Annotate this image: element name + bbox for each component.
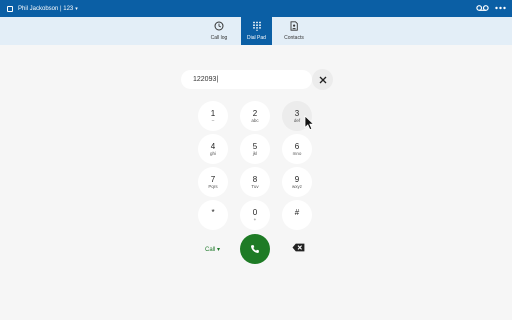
dialpad-key-hash[interactable]: # [282, 200, 312, 230]
mouse-pointer-icon [304, 115, 315, 131]
key-letters: + [253, 216, 257, 222]
key-letters: def [293, 117, 301, 123]
key-digit: * [211, 207, 215, 217]
key-letters: wxyz [292, 183, 302, 189]
phone-icon [251, 245, 259, 253]
key-letters: mno [292, 150, 302, 156]
user-name[interactable]: Phil Jackobson | 123 [18, 6, 73, 12]
dialpad-icon [252, 21, 261, 31]
voicemail-icon[interactable] [476, 4, 489, 12]
tab-label: Contacts [284, 35, 304, 41]
tab-label: Call log [210, 35, 228, 41]
top-bar: Phil Jackobson | 123 ▾ [0, 0, 512, 17]
key-digit: 1 [210, 108, 216, 118]
dialpad-key-8[interactable]: 8 Tuv [240, 167, 270, 197]
key-letters: Pqrs [208, 183, 218, 189]
key-digit: 2 [252, 108, 258, 118]
key-digit: 0 [252, 207, 258, 217]
user-menu-caret-icon[interactable]: ▾ [75, 6, 78, 12]
key-digit: 8 [252, 174, 258, 184]
dial-number-input[interactable]: 122093| [181, 70, 312, 89]
close-icon [319, 76, 326, 83]
dialpad-key-9[interactable]: 9 wxyz [282, 167, 312, 197]
key-letters: jkl [252, 150, 258, 156]
key-digit: 6 [294, 141, 300, 151]
key-letters: abc [251, 117, 259, 123]
user-status-icon [7, 5, 13, 12]
contacts-icon [290, 21, 298, 31]
key-digit: 7 [210, 174, 216, 184]
tab-bar: Call log Dial Pad Contacts [0, 17, 512, 45]
key-digit: # [294, 207, 300, 217]
dialpad-key-4[interactable]: 4 ghi [198, 134, 228, 164]
call-button[interactable] [240, 234, 270, 264]
key-letters: – [211, 117, 215, 123]
more-options-icon[interactable] [495, 4, 506, 12]
dialpad-key-6[interactable]: 6 mno [282, 134, 312, 164]
clear-number-button[interactable] [312, 69, 333, 90]
dialpad-key-star[interactable]: * [198, 200, 228, 230]
key-letters: Tuv [251, 183, 259, 189]
clock-icon [214, 21, 224, 31]
key-digit: 5 [252, 141, 258, 151]
tab-label: Dial Pad [247, 35, 266, 41]
dialpad-key-7[interactable]: 7 Pqrs [198, 167, 228, 197]
tab-dial-pad[interactable]: Dial Pad [241, 17, 272, 45]
key-letters: ghi [209, 150, 216, 156]
call-type-dropdown[interactable]: Call ▾ [205, 246, 220, 253]
key-digit: 9 [294, 174, 300, 184]
key-digit: 4 [210, 141, 216, 151]
backspace-icon[interactable] [292, 243, 305, 252]
dialpad-key-5[interactable]: 5 jkl [240, 134, 270, 164]
dialpad-key-1[interactable]: 1 – [198, 101, 228, 131]
tab-contacts[interactable]: Contacts [272, 17, 316, 45]
tab-call-log[interactable]: Call log [197, 17, 241, 45]
dialpad-key-2[interactable]: 2 abc [240, 101, 270, 131]
key-digit: 3 [294, 108, 300, 118]
dialpad-key-0[interactable]: 0 + [240, 200, 270, 230]
